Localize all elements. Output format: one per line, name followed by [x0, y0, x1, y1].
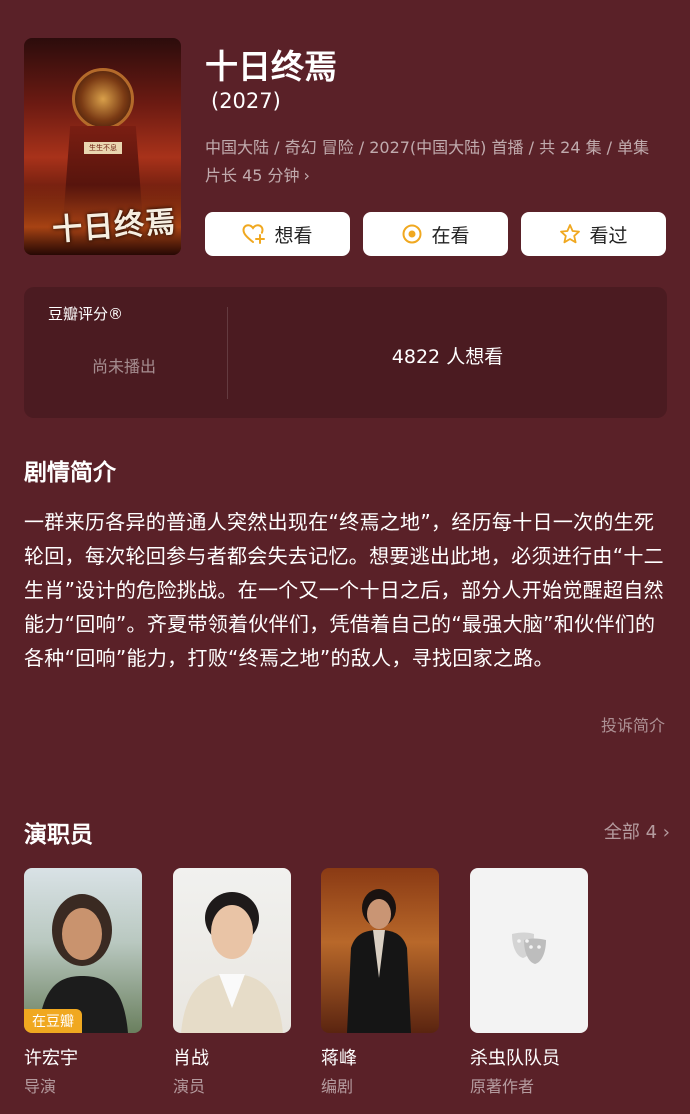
- target-icon: [401, 223, 423, 245]
- cast-name: 肖战: [173, 1048, 209, 1069]
- cast-card[interactable]: 在豆瓣 许宏宇 导演: [24, 868, 142, 1096]
- cast-photo: [321, 868, 439, 1033]
- want-label: 想看: [274, 224, 313, 247]
- synopsis-text[interactable]: 一群来历各异的普通人突然出现在“终焉之地”，经历每十日一次的生死轮回，每次轮回参…: [24, 505, 669, 675]
- all-cast-link[interactable]: 全部 4 ›: [604, 818, 670, 844]
- watching-button[interactable]: 在看: [363, 212, 508, 256]
- cast-card[interactable]: 杀虫队队员 原著作者: [470, 868, 588, 1096]
- cast-role: 导演: [24, 1077, 57, 1096]
- report-synopsis-link[interactable]: 投诉简介: [601, 712, 665, 736]
- meta-line-2: 片长 45 分钟 ›: [205, 162, 675, 190]
- cast-role: 演员: [173, 1077, 206, 1096]
- poster-clock: [72, 68, 134, 130]
- cast-name: 蒋峰: [321, 1048, 357, 1069]
- meta-line-1: 中国大陆 / 奇幻 冒险 / 2027(中国大陆) 首播 / 共 24 集 / …: [205, 138, 650, 157]
- cast-name: 许宏宇: [24, 1048, 78, 1069]
- cast-card[interactable]: 肖战 演员: [173, 868, 291, 1096]
- meta-line-2-text: 片长 45 分钟: [205, 166, 300, 185]
- poster-image[interactable]: 生生不息 十日终焉: [24, 38, 181, 255]
- show-year: (2027): [211, 89, 281, 113]
- douban-badge: 在豆瓣: [24, 1009, 82, 1033]
- rating-label: 豆瓣评分®: [48, 305, 124, 323]
- cast-photo: 在豆瓣: [24, 868, 142, 1033]
- heart-plus-icon: [242, 223, 266, 245]
- show-title: 十日终焉: [205, 47, 337, 86]
- show-meta[interactable]: 中国大陆 / 奇幻 冒险 / 2027(中国大陆) 首播 / 共 24 集 / …: [205, 134, 675, 190]
- cast-name: 杀虫队队员: [470, 1048, 560, 1069]
- person-portrait: [181, 892, 283, 1033]
- cast-photo: [173, 868, 291, 1033]
- poster-title: 十日终焉: [51, 204, 178, 249]
- person-portrait: [347, 889, 411, 1033]
- want-count: 4822 人想看: [391, 346, 504, 368]
- cast-card[interactable]: 蒋峰 编剧: [321, 868, 439, 1096]
- theater-mask-icon: [508, 930, 550, 970]
- poster-sign: 生生不息: [84, 142, 122, 154]
- star-icon: [559, 223, 581, 245]
- all-cast-label: 全部 4: [603, 822, 658, 843]
- rating-status: 尚未播出: [92, 357, 157, 376]
- watching-label: 在看: [431, 224, 470, 247]
- cast-heading: 演职员: [24, 822, 93, 848]
- synopsis-heading: 剧情简介: [24, 460, 116, 486]
- watched-label: 看过: [589, 224, 628, 247]
- cast-role: 编剧: [321, 1077, 354, 1096]
- want-button[interactable]: 想看: [205, 212, 350, 256]
- watched-button[interactable]: 看过: [521, 212, 666, 256]
- chevron-right-icon: ›: [303, 166, 310, 185]
- rating-card[interactable]: 豆瓣评分® 尚未播出 4822 人想看: [24, 287, 667, 418]
- cast-photo: [470, 868, 588, 1033]
- cast-role: 原著作者: [470, 1077, 535, 1096]
- chevron-right-icon: ›: [662, 822, 670, 843]
